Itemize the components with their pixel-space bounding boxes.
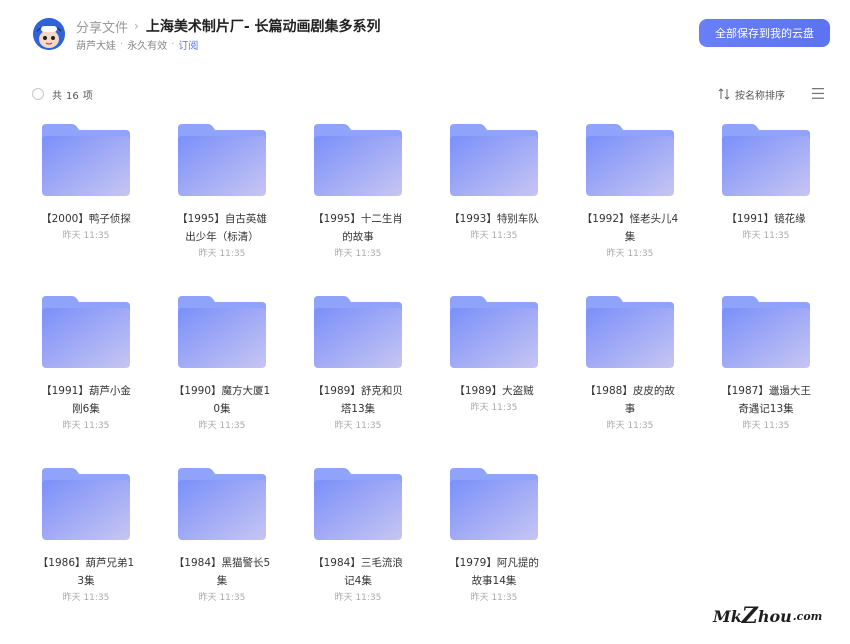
count-number: 16 xyxy=(66,91,79,102)
folder-item[interactable]: 【1993】特别车队昨天 11:35 xyxy=(426,118,562,290)
folder-time: 昨天 11:35 xyxy=(470,231,518,241)
sharer-name[interactable]: 葫芦大娃 xyxy=(76,37,116,52)
folder-time: 昨天 11:35 xyxy=(606,249,654,259)
count-prefix: 共 xyxy=(52,91,62,102)
folder-name[interactable]: 【1989】舒克和贝塔13集 xyxy=(308,382,408,418)
folder-name[interactable]: 【1993】特别车队 xyxy=(444,210,544,228)
folder-time: 昨天 11:35 xyxy=(606,421,654,431)
folder-icon xyxy=(586,124,674,196)
share-meta: 葫芦大娃 · 永久有效 · 订阅 xyxy=(76,37,198,52)
folder-icon xyxy=(178,468,266,540)
watermark-z: Z xyxy=(741,603,758,629)
folder-icon xyxy=(450,296,538,368)
folder-item[interactable]: 【1989】舒克和贝塔13集昨天 11:35 xyxy=(290,290,426,462)
sort-label: 按名称排序 xyxy=(735,90,785,102)
folder-icon xyxy=(450,124,538,196)
folder-name[interactable]: 【1992】怪老头儿4集 xyxy=(580,210,680,246)
watermark-tld: .com xyxy=(792,609,823,623)
folder-name[interactable]: 【1990】魔方大厦10集 xyxy=(172,382,272,418)
folder-name[interactable]: 【1986】葫芦兄弟13集 xyxy=(36,554,136,590)
folder-icon xyxy=(178,124,266,196)
list-view-icon[interactable] xyxy=(812,88,824,99)
folder-name[interactable]: 【1991】葫芦小金刚6集 xyxy=(36,382,136,418)
folder-time: 昨天 11:35 xyxy=(334,593,382,603)
sharer-avatar[interactable] xyxy=(33,18,65,50)
watermark-rest: hou xyxy=(757,606,792,626)
folder-icon xyxy=(586,296,674,368)
folder-item[interactable]: 【1992】怪老头儿4集昨天 11:35 xyxy=(562,118,698,290)
save-all-button[interactable]: 全部保存到我的云盘 xyxy=(699,19,830,47)
folder-icon xyxy=(314,468,402,540)
site-watermark: Mk Zhou .com xyxy=(713,603,822,629)
folder-name[interactable]: 【1979】阿凡提的故事14集 xyxy=(444,554,544,590)
folder-name[interactable]: 【1995】自古英雄出少年（标清） xyxy=(172,210,272,246)
folder-grid: 【2000】鸭子侦探昨天 11:35 【1995】自古英雄出少年（标清） 昨天 11… xyxy=(18,118,838,634)
folder-name[interactable]: 【1984】三毛流浪记4集 xyxy=(308,554,408,590)
folder-item[interactable]: 【1995】自古英雄出少年（标清） 昨天 11:35 xyxy=(154,118,290,290)
folder-icon xyxy=(42,124,130,196)
folder-item[interactable]: 【2000】鸭子侦探昨天 11:35 xyxy=(18,118,154,290)
avatar-cartoon-icon xyxy=(33,18,65,50)
folder-item[interactable]: 【1988】皮皮的故事昨天 11:35 xyxy=(562,290,698,462)
folder-icon xyxy=(42,296,130,368)
folder-name[interactable]: 【1991】镜花缘 xyxy=(716,210,816,228)
folder-time: 昨天 11:35 xyxy=(198,249,246,259)
meta-dot: · xyxy=(120,39,124,50)
folder-time: 昨天 11:35 xyxy=(62,421,110,431)
folder-icon xyxy=(314,124,402,196)
folder-item[interactable]: 【1984】黑猫警长5集昨天 11:35 xyxy=(154,462,290,634)
file-toolbar: 共 16 项 按名称排序 xyxy=(0,84,850,106)
subscribe-link[interactable]: 订阅 xyxy=(178,37,198,52)
folder-item[interactable]: 【1979】阿凡提的故事14集昨天 11:35 xyxy=(426,462,562,634)
breadcrumb-separator: › xyxy=(134,19,139,33)
folder-time: 昨天 11:35 xyxy=(470,593,518,603)
sort-by-name-button[interactable]: 按名称排序 xyxy=(718,86,785,102)
select-all-circle-icon[interactable] xyxy=(32,88,44,100)
folder-item[interactable]: 【1990】魔方大厦10集昨天 11:35 xyxy=(154,290,290,462)
folder-icon xyxy=(722,124,810,196)
folder-name[interactable]: 【1984】黑猫警长5集 xyxy=(172,554,272,590)
folder-icon xyxy=(314,296,402,368)
folder-item[interactable]: 【1987】邋遢大王奇遇记13集昨天 11:35 xyxy=(698,290,834,462)
share-validity: 永久有效 xyxy=(127,41,168,52)
meta-dot: · xyxy=(171,39,175,50)
folder-name[interactable]: 【1989】大盗贼 xyxy=(444,382,544,400)
page-title: 上海美术制片厂- 长篇动画剧集多系列 xyxy=(145,19,381,35)
folder-item[interactable]: 【1984】三毛流浪记4集昨天 11:35 xyxy=(290,462,426,634)
folder-item[interactable]: 【1991】镜花缘昨天 11:35 xyxy=(698,118,834,290)
folder-icon xyxy=(178,296,266,368)
folder-icon xyxy=(42,468,130,540)
folder-time: 昨天 11:35 xyxy=(62,593,110,603)
folder-name[interactable]: 【1995】十二生肖的故事 xyxy=(308,210,408,246)
folder-icon xyxy=(722,296,810,368)
folder-time: 昨天 11:35 xyxy=(742,421,790,431)
folder-item[interactable]: 【1995】十二生肖的故事昨天 11:35 xyxy=(290,118,426,290)
folder-name[interactable]: 【1988】皮皮的故事 xyxy=(580,382,680,418)
folder-name[interactable]: 【2000】鸭子侦探 xyxy=(36,210,136,228)
folder-item[interactable]: 【1989】大盗贼昨天 11:35 xyxy=(426,290,562,462)
count-suffix: 项 xyxy=(82,91,93,102)
sort-arrows-icon xyxy=(718,88,730,100)
share-header: 分享文件 › 上海美术制片厂- 长篇动画剧集多系列 葫芦大娃 · 永久有效 · … xyxy=(0,0,850,70)
folder-time: 昨天 11:35 xyxy=(470,403,518,413)
folder-item[interactable]: 【1986】葫芦兄弟13集昨天 11:35 xyxy=(18,462,154,634)
watermark-main: Mk xyxy=(713,606,742,626)
folder-time: 昨天 11:35 xyxy=(198,593,246,603)
folder-time: 昨天 11:35 xyxy=(62,231,110,241)
folder-time: 昨天 11:35 xyxy=(198,421,246,431)
breadcrumb: 分享文件 › 上海美术制片厂- 长篇动画剧集多系列 xyxy=(76,16,381,36)
item-count: 共 16 项 xyxy=(52,87,97,102)
folder-name[interactable]: 【1987】邋遢大王奇遇记13集 xyxy=(716,382,816,418)
folder-time: 昨天 11:35 xyxy=(334,249,382,259)
breadcrumb-root-link[interactable]: 分享文件 xyxy=(76,17,128,36)
folder-time: 昨天 11:35 xyxy=(742,231,790,241)
folder-time: 昨天 11:35 xyxy=(334,421,382,431)
folder-item[interactable]: 【1991】葫芦小金刚6集昨天 11:35 xyxy=(18,290,154,462)
folder-icon xyxy=(450,468,538,540)
